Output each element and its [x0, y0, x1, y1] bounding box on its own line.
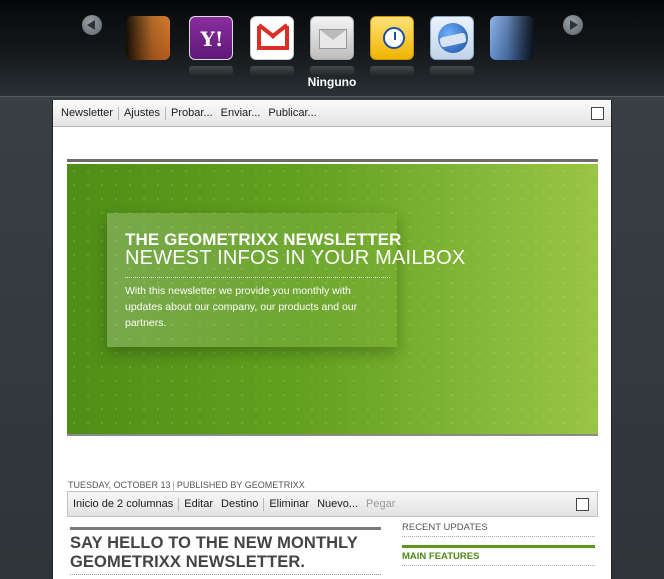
pegar-button[interactable]: Pegar [362, 498, 399, 510]
envelope-icon[interactable] [310, 16, 354, 60]
hero-bottom-divider [67, 434, 598, 436]
sidebar-dotted-divider [402, 536, 595, 537]
toolbar-divider [117, 106, 119, 120]
carousel-prev-arrow-icon[interactable] [82, 15, 102, 35]
destino-button[interactable]: Destino [217, 498, 262, 510]
paragraph-select-checkbox[interactable] [576, 498, 589, 511]
client-partial-left-icon[interactable] [126, 16, 170, 60]
eliminar-button[interactable]: Eliminar [265, 498, 313, 510]
client-partial-right-icon[interactable] [490, 16, 534, 60]
newsletter-hero-banner: THE GEOMETRIXX NEWSLETTER NEWEST INFOS I… [67, 164, 598, 434]
header-divider [67, 159, 598, 162]
gmail-icon[interactable] [250, 16, 294, 60]
publicar-button[interactable]: Publicar... [264, 107, 320, 119]
selected-client-label: Ninguno [307, 75, 357, 89]
hero-subtitle: NEWEST INFOS IN YOUR MAILBOX [125, 247, 466, 269]
newsletter-menu[interactable]: Newsletter [57, 107, 117, 119]
article-dotted-divider [70, 574, 381, 575]
dateline-separator: | [172, 480, 175, 490]
published-by: PUBLISHED BY GEOMETRIXX [176, 480, 305, 490]
publish-date: TUESDAY, OCTOBER 13 [68, 480, 171, 490]
toolbar-divider [165, 106, 167, 120]
outlook-icon[interactable] [370, 16, 414, 60]
yahoo-logo-glyph: Y! [190, 17, 232, 59]
email-client-carousel: Y! Ninguno [0, 0, 664, 97]
newsletter-page: Newsletter Ajustes Probar... Enviar... P… [52, 100, 612, 579]
thunderbird-icon[interactable] [430, 16, 474, 60]
hero-dotted-divider [125, 277, 390, 278]
thunderbird-globe-glyph [438, 23, 468, 53]
outlook-clock-glyph [383, 27, 405, 49]
editar-button[interactable]: Editar [180, 498, 217, 510]
article-title: SAY HELLO TO THE NEW MONTHLY GEOMETRIXX … [70, 534, 358, 571]
main-features-heading[interactable]: MAIN FEATURES [402, 551, 479, 562]
envelope-glyph [319, 29, 347, 49]
carousel-next-arrow-icon[interactable] [563, 15, 583, 35]
toolbar-toggle-checkbox[interactable] [591, 107, 604, 120]
page-toolbar: Newsletter Ajustes Probar... Enviar... P… [53, 100, 611, 127]
nuevo-button[interactable]: Nuevo... [313, 498, 362, 510]
gmail-m-logo [257, 26, 289, 50]
toolbar-divider [178, 497, 180, 511]
recent-updates-heading: RECENT UPDATES [402, 522, 488, 533]
hero-body-text: With this newsletter we provide you mont… [125, 285, 358, 329]
toolbar-divider [263, 497, 265, 511]
article-top-divider [70, 527, 381, 530]
paragraph-edit-toolbar: Inicio de 2 columnas Editar Destino Elim… [67, 491, 598, 517]
enviar-button[interactable]: Enviar... [217, 107, 265, 119]
sidebar-dotted-divider [402, 565, 595, 566]
ajustes-button[interactable]: Ajustes [120, 107, 164, 119]
two-column-start-label[interactable]: Inicio de 2 columnas [69, 498, 177, 510]
article-dateline: TUESDAY, OCTOBER 13 | PUBLISHED BY GEOMETR… [68, 480, 305, 490]
yahoo-mail-icon[interactable]: Y! [189, 16, 233, 60]
probar-button[interactable]: Probar... [167, 107, 217, 119]
sidebar-green-divider [402, 545, 595, 548]
